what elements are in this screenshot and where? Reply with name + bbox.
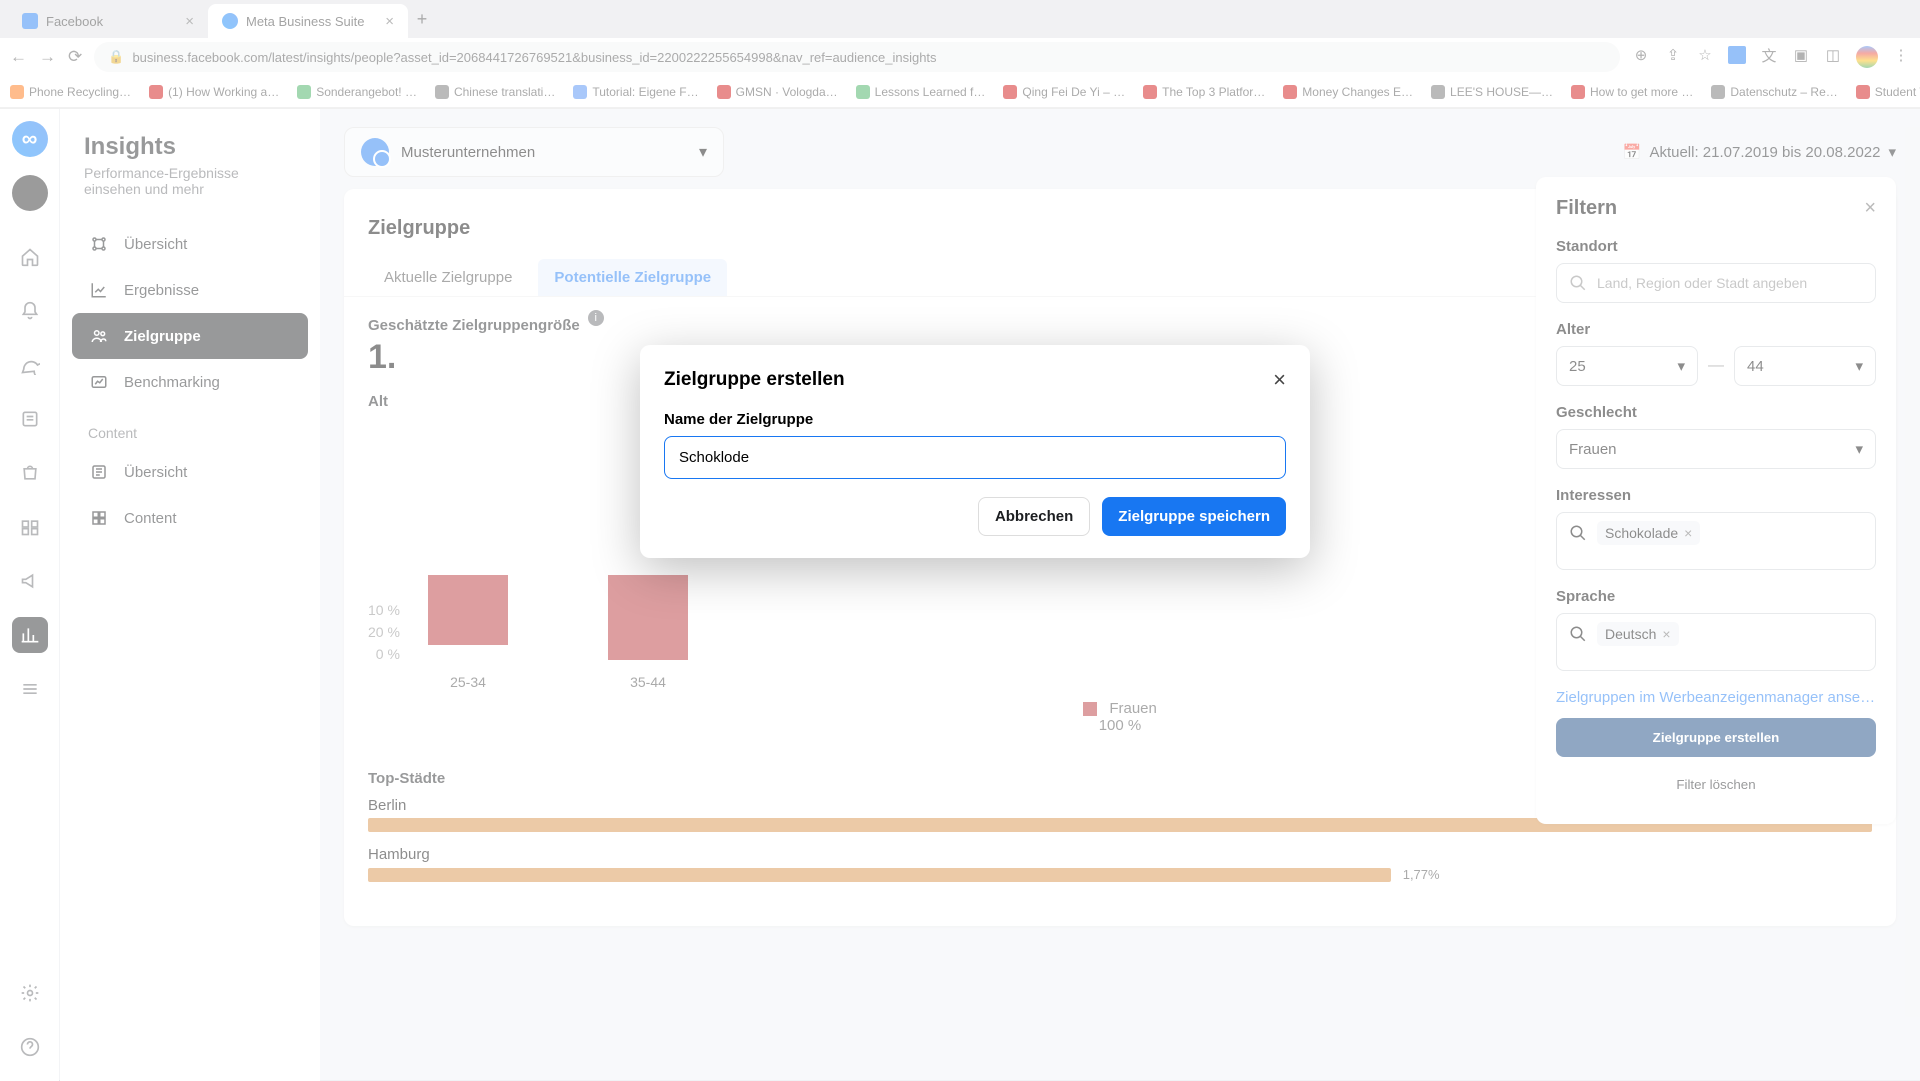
create-audience-modal: Zielgruppe erstellen × Name der Zielgrup… bbox=[640, 345, 1310, 558]
modal-title: Zielgruppe erstellen bbox=[664, 369, 845, 391]
close-icon[interactable]: × bbox=[1273, 367, 1286, 393]
save-audience-button[interactable]: Zielgruppe speichern bbox=[1102, 497, 1286, 536]
audience-name-input[interactable] bbox=[664, 436, 1286, 479]
audience-name-label: Name der Zielgruppe bbox=[664, 411, 1286, 428]
cancel-button[interactable]: Abbrechen bbox=[978, 497, 1090, 536]
